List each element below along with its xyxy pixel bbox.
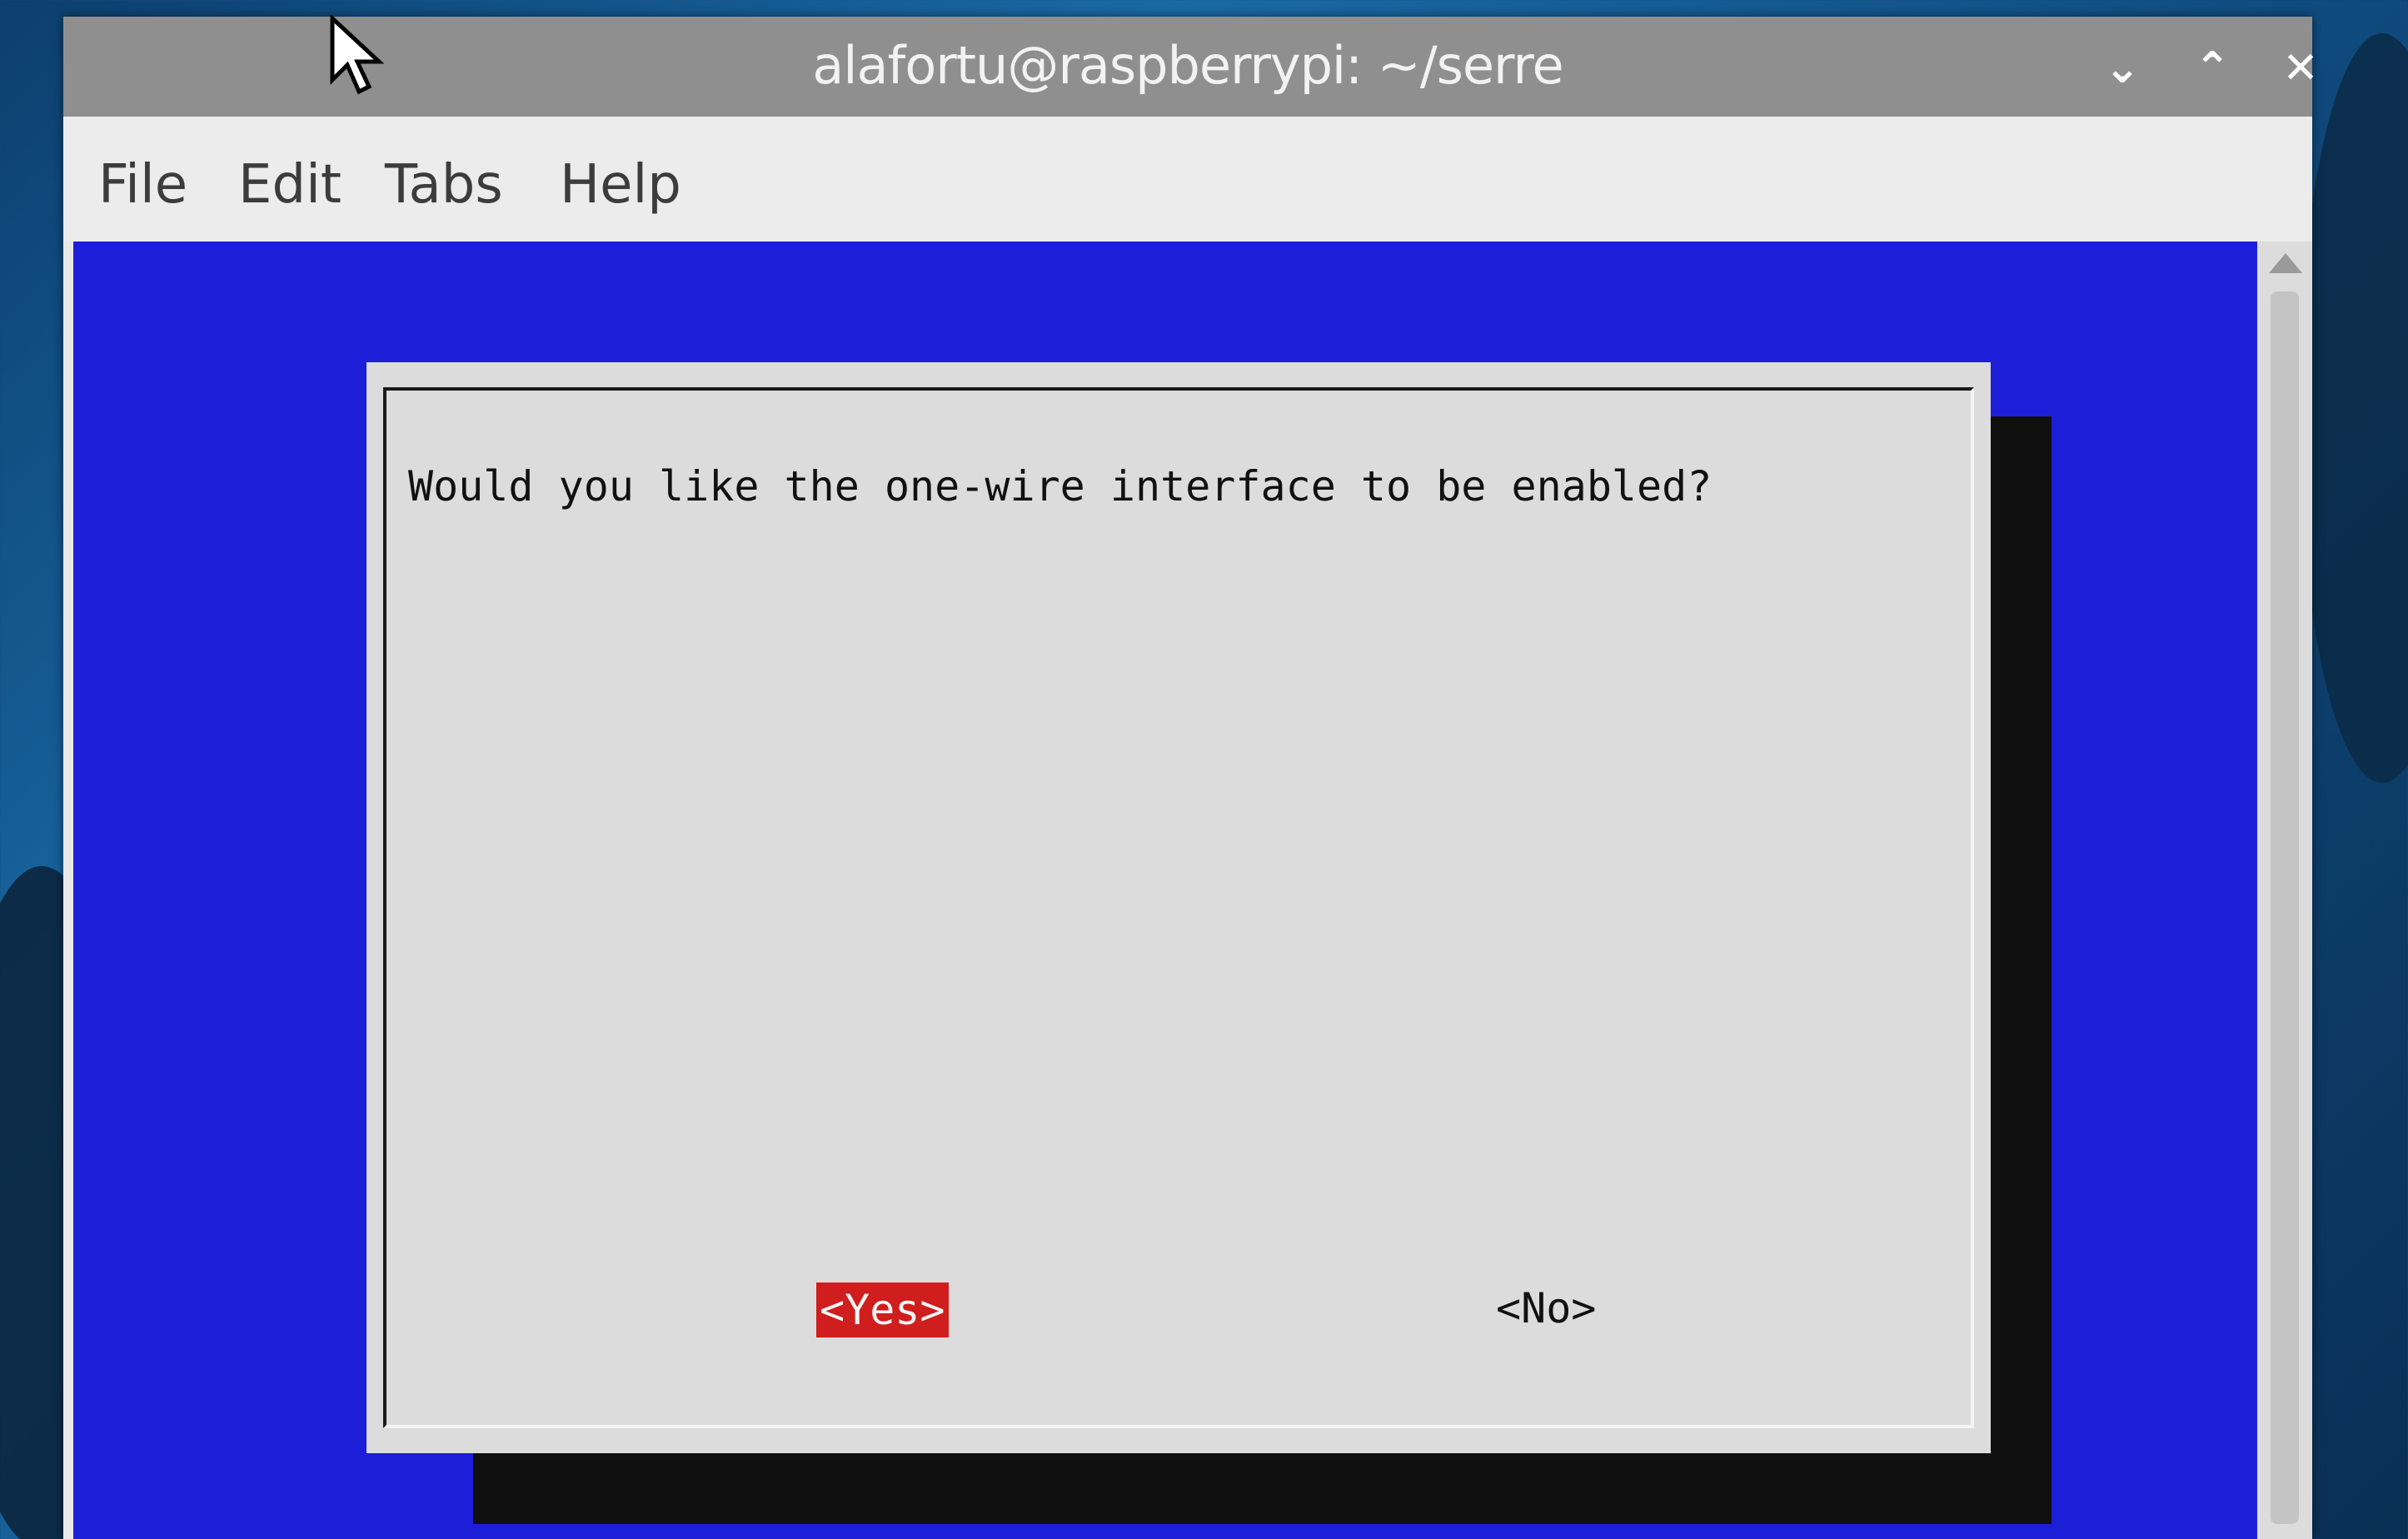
menu-bar: File Edit Tabs Help — [63, 117, 2312, 242]
window-title: alafortu@raspberrypi: ~/serre — [812, 35, 1563, 96]
menu-edit[interactable]: Edit — [238, 154, 342, 216]
mouse-pointer-icon — [330, 15, 385, 95]
wallpaper-silhouette-right — [2299, 33, 2408, 783]
dialog-question: Would you like the one-wire interface to… — [408, 462, 1713, 511]
menu-file[interactable]: File — [98, 154, 187, 216]
menu-help[interactable]: Help — [560, 154, 681, 216]
scroll-thumb[interactable] — [2271, 291, 2299, 1524]
yes-button[interactable]: <Yes> — [816, 1282, 949, 1337]
dialog-frame — [383, 387, 1974, 1428]
maximize-icon[interactable]: ⌃ — [2179, 35, 2246, 102]
terminal-scrollbar[interactable] — [2257, 242, 2312, 1539]
window-titlebar[interactable]: alafortu@raspberrypi: ~/serre ⌄ ⌃ ✕ — [63, 17, 2319, 117]
no-button[interactable]: <No> — [1496, 1281, 1596, 1336]
minimize-icon[interactable]: ⌄ — [2089, 35, 2156, 102]
menu-tabs[interactable]: Tabs — [385, 154, 503, 216]
confirm-dialog: Would you like the one-wire interface to… — [366, 362, 1991, 1453]
scroll-up-icon[interactable] — [2269, 253, 2302, 273]
terminal-area[interactable]: Would you like the one-wire interface to… — [73, 242, 2257, 1539]
close-icon[interactable]: ✕ — [2267, 35, 2334, 102]
terminal-window[interactable]: alafortu@raspberrypi: ~/serre ⌄ ⌃ ✕ File… — [63, 17, 2319, 1539]
